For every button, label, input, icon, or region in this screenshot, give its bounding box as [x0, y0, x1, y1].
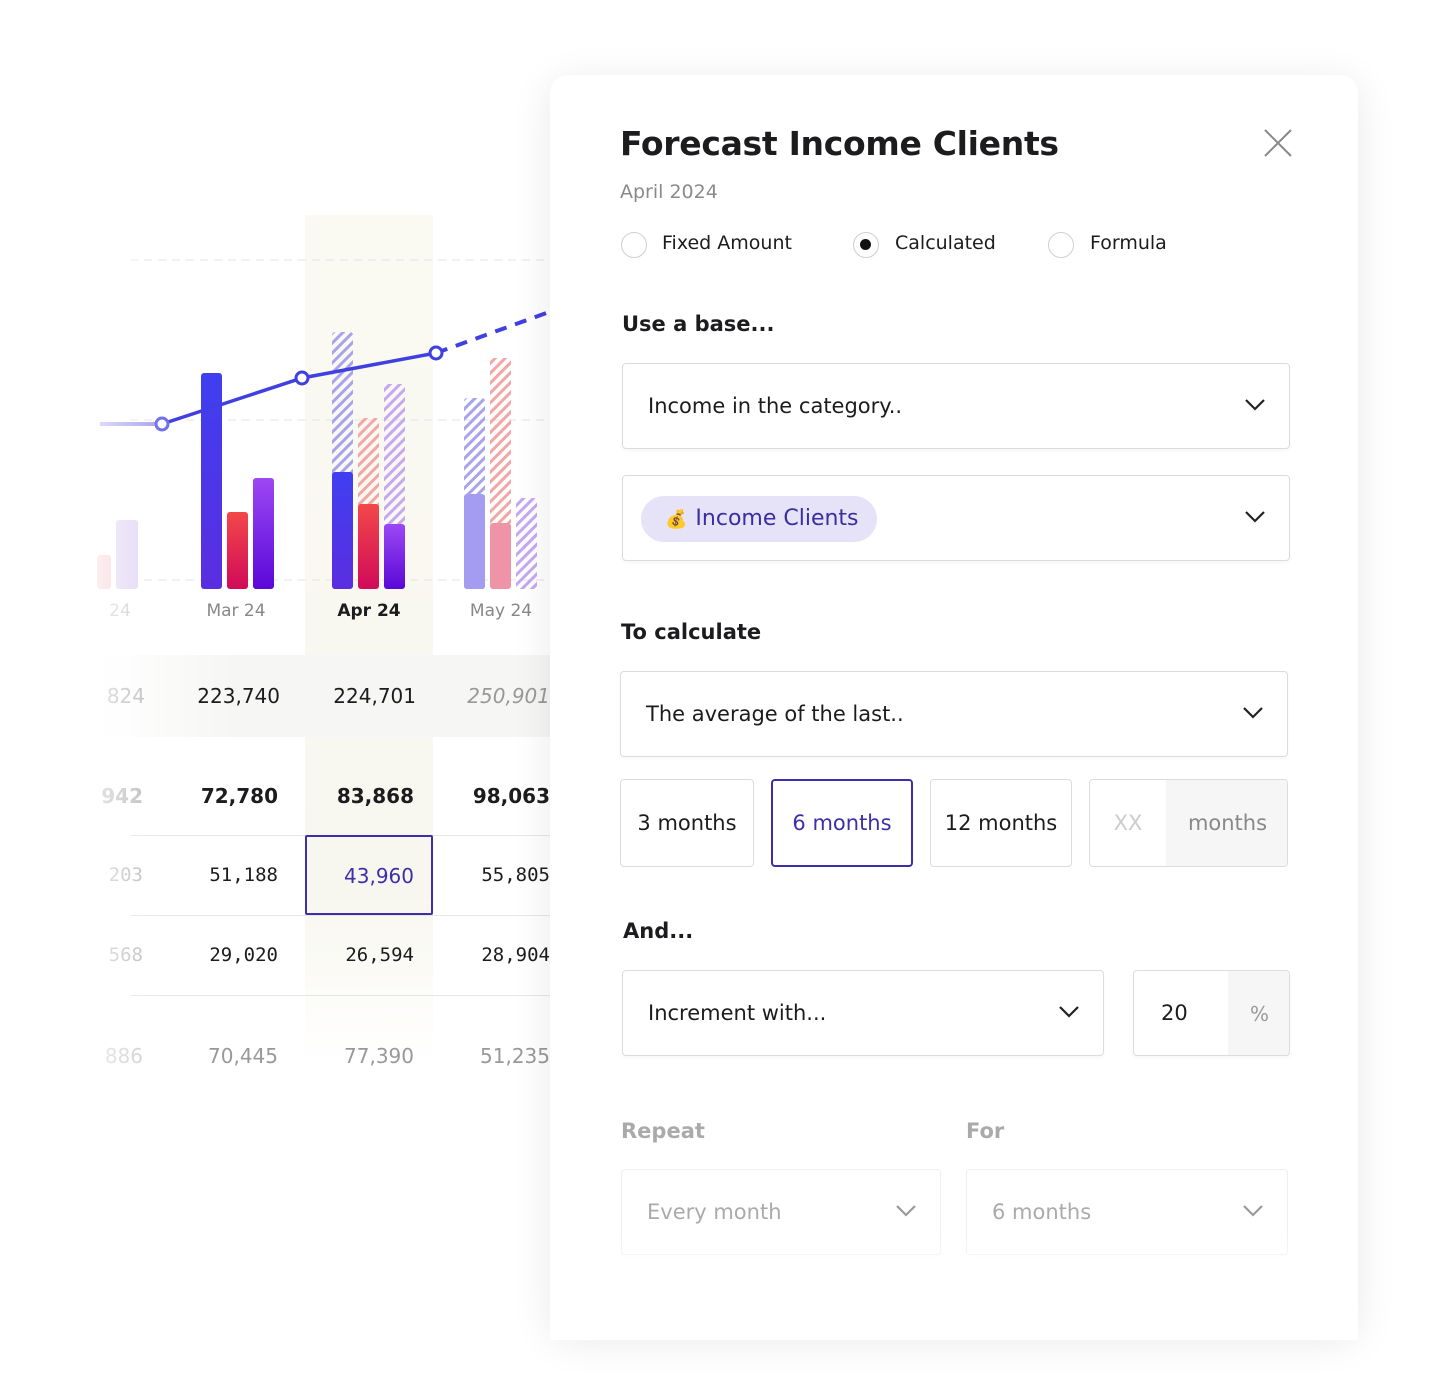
bar-may-other-forecast [516, 498, 537, 589]
table-cell[interactable]: 28,904 [430, 944, 550, 966]
x-label: Mar 24 [206, 601, 266, 621]
repeat-label: Repeat [621, 1119, 705, 1143]
table-cell[interactable]: 83,868 [294, 784, 414, 808]
category-select[interactable]: 💰 Income Clients [622, 475, 1290, 561]
radio-calculated[interactable] [853, 232, 879, 258]
bar-may-expense [490, 523, 511, 589]
row-divider [130, 915, 550, 916]
period-3-months-button[interactable]: 3 months [620, 779, 754, 867]
trend-line-forecast [435, 309, 553, 355]
base-select-value: Income in the category.. [648, 394, 903, 418]
left-fade-overlay [0, 200, 160, 1100]
chevron-down-icon [1245, 399, 1265, 411]
radio-label[interactable]: Formula [1090, 232, 1167, 254]
table-cell[interactable]: 72,780 [158, 784, 278, 808]
table-cell[interactable]: 70,445 [158, 1044, 278, 1068]
calc-select[interactable]: The average of the last.. [620, 671, 1288, 757]
table-cell[interactable]: 77,390 [294, 1044, 414, 1068]
category-chip[interactable]: 💰 Income Clients [641, 496, 877, 542]
radio-label[interactable]: Calculated [895, 232, 996, 254]
radio-formula[interactable] [1048, 232, 1074, 258]
for-select-value: 6 months [992, 1200, 1092, 1224]
table-cell[interactable]: 26,594 [294, 944, 414, 966]
table-cell[interactable]: 223,740 [160, 684, 280, 708]
table-cell[interactable]: 250,901 [430, 684, 550, 708]
increment-select-value: Increment with... [648, 1001, 827, 1025]
row-divider [130, 995, 550, 996]
panel-subtitle: April 2024 [620, 181, 718, 203]
period-12-months-button[interactable]: 12 months [930, 779, 1072, 867]
trend-point [428, 345, 444, 361]
for-label: For [966, 1119, 1005, 1143]
radio-fixed-amount[interactable] [621, 232, 647, 258]
calc-select-value: The average of the last.. [646, 702, 904, 726]
x-label: May 24 [469, 601, 533, 621]
table-cell[interactable]: 98,063 [430, 784, 550, 808]
custom-period-input[interactable]: XX [1090, 780, 1166, 866]
base-section-label: Use a base... [622, 312, 775, 336]
bar-apr-expense [358, 504, 379, 589]
increment-select[interactable]: Increment with... [622, 970, 1104, 1056]
bar-may-income [464, 494, 485, 589]
money-bag-icon: 💰 [665, 509, 688, 530]
period-6-months-button[interactable]: 6 months [771, 779, 913, 867]
chevron-down-icon [1059, 1006, 1079, 1018]
bar-mar-other [253, 478, 274, 589]
base-select[interactable]: Income in the category.. [622, 363, 1290, 449]
and-section-label: And... [623, 919, 694, 943]
increment-value-input[interactable]: 20 [1161, 1001, 1188, 1025]
chevron-down-icon [896, 1205, 916, 1217]
chevron-down-icon [1243, 1205, 1263, 1217]
chevron-down-icon [1245, 511, 1265, 523]
table-cell[interactable]: 55,805 [430, 864, 550, 886]
chevron-down-icon [1243, 707, 1263, 719]
radio-label[interactable]: Fixed Amount [662, 232, 792, 254]
x-label-active: Apr 24 [337, 601, 401, 621]
close-x-icon[interactable] [1262, 127, 1294, 159]
table-cell-selected[interactable]: 43,960 [294, 864, 414, 888]
custom-period-unit: months [1166, 780, 1287, 866]
custom-period-field[interactable]: XX months [1089, 779, 1288, 867]
table-cell[interactable]: 51,235 [430, 1044, 550, 1068]
bottom-fade-overlay [550, 1230, 1358, 1340]
trend-point [294, 370, 310, 386]
panel-title: Forecast Income Clients [620, 124, 1059, 163]
percent-unit: % [1228, 971, 1289, 1055]
bar-mar-expense [227, 512, 248, 589]
bar-apr-income [332, 472, 353, 589]
table-cell[interactable]: 224,701 [296, 684, 416, 708]
increment-value-field[interactable]: 20 % [1133, 970, 1290, 1056]
repeat-select-value: Every month [647, 1200, 782, 1224]
table-cell[interactable]: 51,188 [158, 864, 278, 886]
bar-apr-other [384, 524, 405, 589]
calc-section-label: To calculate [621, 620, 762, 644]
table-cell[interactable]: 29,020 [158, 944, 278, 966]
category-chip-label: Income Clients [695, 506, 859, 531]
